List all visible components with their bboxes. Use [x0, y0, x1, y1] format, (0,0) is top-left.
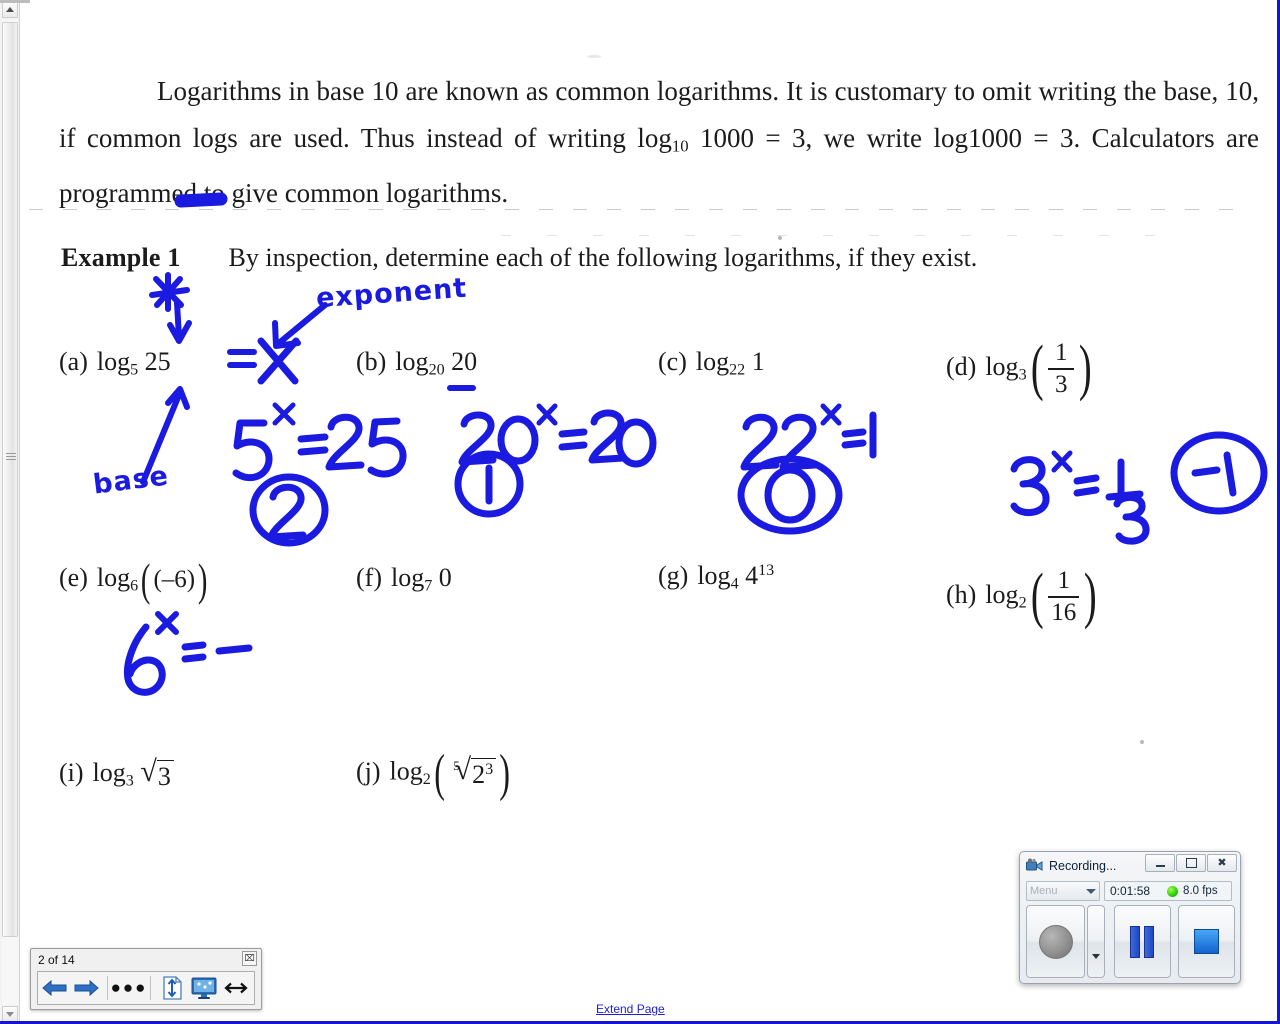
- problem-h: (h) log2(1 16): [946, 562, 1101, 631]
- problem-c: (c) log22 1: [658, 347, 765, 379]
- arrow-left-icon[interactable]: [38, 973, 70, 1003]
- elapsed-time-display: 0:01:58 8.0 fps: [1104, 881, 1232, 901]
- camcorder-icon: [1026, 858, 1043, 873]
- scroll-thumb[interactable]: [2, 22, 18, 937]
- paragraph-line-1: Logarithms in base 10 are known as commo…: [157, 76, 1032, 106]
- close-icon[interactable]: ⌧: [242, 951, 257, 966]
- problem-e: (e) log6((–6)): [59, 554, 210, 606]
- problem-h-label: (h): [946, 579, 977, 609]
- recorder-titlebar[interactable]: Recording... ✖: [1020, 852, 1240, 876]
- problem-a-label: (a): [59, 347, 88, 376]
- scroll-thumb-grip: [6, 453, 16, 461]
- chevron-down-icon: [1091, 954, 1100, 959]
- problem-j-label: (j): [356, 756, 381, 786]
- close-button[interactable]: ✖: [1207, 854, 1237, 872]
- intro-paragraph: Logarithms in base 10 are known as commo…: [59, 68, 1259, 217]
- problem-e-label: (e): [59, 563, 88, 592]
- scan-speck: [778, 236, 782, 240]
- scan-artifact-line-2: [501, 235, 1181, 236]
- problem-i: (i) log3 √ 3: [59, 756, 174, 792]
- annotation-base-label: base: [91, 460, 171, 501]
- scroll-up-arrow[interactable]: [2, 1, 18, 18]
- page-nav-header: 2 of 14 ⌧: [31, 949, 261, 969]
- problem-i-label: (i): [59, 758, 84, 787]
- problem-b-label: (b): [356, 347, 387, 376]
- scan-speck: [1140, 740, 1144, 744]
- problem-i-radical: √ 3: [140, 756, 174, 792]
- problem-f-label: (f): [356, 563, 382, 592]
- minimize-button[interactable]: [1145, 854, 1175, 872]
- record-button[interactable]: [1026, 905, 1086, 978]
- page-navigation-toolbar[interactable]: 2 of 14 ⌧ ●●●: [30, 948, 262, 1010]
- lecture-capture-window: Logarithms in base 10 are known as commo…: [0, 0, 1280, 1024]
- problem-g: (g) log4 413: [658, 561, 775, 593]
- paragraph-line-2c: , we: [805, 123, 856, 153]
- elapsed-time: 0:01:58: [1110, 884, 1151, 898]
- fit-width-icon[interactable]: [220, 973, 252, 1003]
- screen-recorder-window[interactable]: Recording... ✖ Menu 0:01:58 8.0 fps: [1019, 851, 1241, 984]
- problem-e-arg: ((–6)): [141, 554, 208, 606]
- chevron-down-icon: [1086, 888, 1096, 894]
- problem-a: (a) log5 25: [59, 347, 171, 379]
- example-heading-row: Example 1 By inspection, determine each o…: [61, 243, 977, 273]
- problem-j: (j) log2(5 √ 23): [356, 745, 514, 802]
- problem-f: (f) log7 0: [356, 563, 452, 595]
- fit-page-icon[interactable]: [156, 973, 188, 1003]
- page-nav-buttons: ●●●: [37, 971, 255, 1005]
- problem-c-label: (c): [658, 347, 687, 376]
- page-counter: 2 of 14: [38, 953, 75, 967]
- maximize-button[interactable]: [1176, 854, 1206, 872]
- record-options-dropdown[interactable]: [1087, 905, 1105, 978]
- ellipsis-icon[interactable]: ●●●: [111, 973, 146, 1003]
- example-instruction: By inspection, determine each of the fol…: [228, 243, 978, 272]
- log-base-10-expression: log10 1000 = 3: [637, 123, 806, 156]
- scan-speck: [587, 55, 601, 58]
- stop-icon: [1193, 929, 1219, 954]
- stop-button[interactable]: [1177, 905, 1235, 978]
- pause-button[interactable]: [1113, 905, 1171, 978]
- recorder-status-bar: Menu 0:01:58 8.0 fps: [1026, 880, 1235, 902]
- problem-d-label: (d): [946, 351, 977, 381]
- log-1000-expression: log1000 = 3: [933, 123, 1074, 153]
- vertical-scrollbar[interactable]: [0, 0, 20, 1024]
- monitor-icon[interactable]: [188, 973, 220, 1003]
- problem-g-label: (g): [658, 561, 689, 590]
- pause-icon: [1128, 925, 1156, 958]
- recorder-title: Recording...: [1049, 858, 1117, 873]
- paragraph-line-3a: write: [866, 123, 923, 153]
- annotation-exponent-label: exponent: [315, 272, 469, 315]
- recorder-transport-controls: [1026, 905, 1235, 978]
- recorder-window-buttons: ✖: [1144, 854, 1237, 872]
- problem-j-radical: (5 √ 23): [434, 745, 511, 802]
- problem-d: (d) log3(1 3): [946, 334, 1096, 403]
- menu-dropdown[interactable]: Menu: [1026, 881, 1100, 901]
- problem-h-fraction: (1 16): [1030, 562, 1098, 631]
- example-heading: Example 1: [61, 243, 181, 272]
- extend-page-link[interactable]: Extend Page: [596, 1002, 665, 1016]
- menu-dropdown-label: Menu: [1030, 885, 1058, 897]
- fps-readout: 8.0 fps: [1183, 885, 1218, 897]
- arrow-right-icon[interactable]: [70, 973, 102, 1003]
- recording-status-led: [1167, 885, 1179, 897]
- problem-d-fraction: (1 3): [1030, 334, 1093, 403]
- problem-b: (b) log20 20: [356, 347, 478, 379]
- record-icon: [1038, 924, 1073, 959]
